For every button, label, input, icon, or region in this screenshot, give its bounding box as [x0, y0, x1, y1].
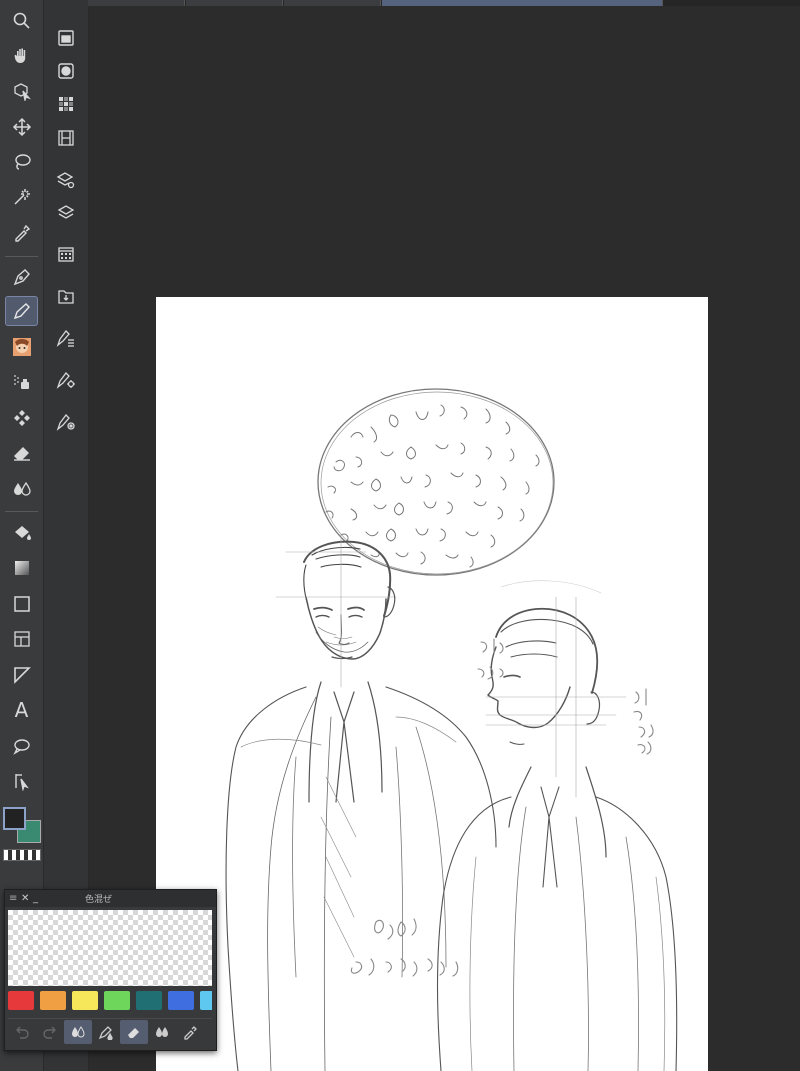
color-swatch[interactable]: [8, 991, 34, 1010]
text-icon[interactable]: A: [5, 695, 38, 725]
lasso-icon[interactable]: [5, 147, 38, 177]
frame-border-icon[interactable]: [5, 624, 38, 654]
eraser-small-icon[interactable]: [120, 1020, 148, 1044]
color-swatch[interactable]: [104, 991, 130, 1010]
main-color-swatch[interactable]: [3, 807, 26, 830]
transparent-color-swatch[interactable]: [3, 849, 41, 861]
vector-gear-icon[interactable]: [54, 368, 78, 392]
correct-line-icon[interactable]: [5, 766, 38, 796]
color-swatch-row: [8, 991, 212, 1010]
panel-menu-icon[interactable]: ≡: [9, 893, 21, 904]
brush-avatar-icon[interactable]: [5, 332, 38, 362]
ruler-icon[interactable]: [5, 660, 38, 690]
color-mix-canvas[interactable]: [8, 910, 212, 986]
object-select-icon[interactable]: [5, 76, 38, 106]
minimize-icon[interactable]: _: [33, 893, 45, 904]
eyedropper-small-icon[interactable]: [176, 1020, 204, 1044]
pencil-icon[interactable]: [5, 296, 38, 326]
blend-drops-icon[interactable]: [5, 474, 38, 504]
panel-title: 色混ぜ: [85, 895, 113, 905]
document-tab[interactable]: [284, 0, 381, 6]
redo-icon[interactable]: [36, 1020, 64, 1044]
undo-icon[interactable]: [8, 1020, 36, 1044]
toolbar-divider: [5, 511, 38, 512]
color-swatch[interactable]: [200, 991, 212, 1010]
grid-dots-icon[interactable]: [54, 92, 78, 116]
color-swatch[interactable]: [72, 991, 98, 1010]
document-tabs: [88, 0, 800, 6]
eraser-icon[interactable]: [5, 438, 38, 468]
layers-icon[interactable]: [54, 201, 78, 225]
magic-wand-icon[interactable]: [5, 182, 38, 212]
color-swatch[interactable]: [168, 991, 194, 1010]
vector-target-icon[interactable]: [54, 410, 78, 434]
layers-settings-icon[interactable]: [54, 168, 78, 192]
sketch-artwork: [225, 388, 678, 1071]
fill-bucket-icon[interactable]: [5, 518, 38, 548]
pattern-icon[interactable]: [5, 403, 38, 433]
blend-small-icon[interactable]: [148, 1020, 176, 1044]
panel-header: ≡ ✕ _ 色混ぜ: [5, 890, 216, 907]
airbrush-icon[interactable]: [5, 367, 38, 397]
gradient-icon[interactable]: [5, 553, 38, 583]
balloon-icon[interactable]: [5, 731, 38, 761]
zoom-icon[interactable]: [5, 6, 38, 36]
drawing-canvas[interactable]: [156, 297, 708, 1071]
move-icon[interactable]: [5, 112, 38, 142]
document-tab[interactable]: [186, 0, 283, 6]
color-mixing-panel: ≡ ✕ _ 色混ぜ: [4, 889, 217, 1051]
mix-drops-icon[interactable]: [64, 1020, 92, 1044]
vector-list-icon[interactable]: [54, 326, 78, 350]
color-swatch[interactable]: [40, 991, 66, 1010]
document-tab[interactable]: [88, 0, 185, 6]
color-swatch[interactable]: [136, 991, 162, 1010]
calendar-grid-icon[interactable]: [54, 242, 78, 266]
pen-icon[interactable]: [5, 262, 38, 292]
folder-icon[interactable]: [54, 26, 78, 50]
hand-icon[interactable]: [5, 41, 38, 71]
rectangle-icon[interactable]: [5, 589, 38, 619]
film-icon[interactable]: [54, 126, 78, 150]
circle-square-icon[interactable]: [54, 59, 78, 83]
document-tab-active[interactable]: [382, 0, 663, 6]
mix-tool-row: [8, 1018, 212, 1045]
close-icon[interactable]: ✕: [21, 893, 33, 904]
toolbar-divider: [5, 256, 38, 257]
pen-drop-icon[interactable]: [92, 1020, 120, 1044]
eyedropper-icon[interactable]: [5, 218, 38, 248]
import-icon[interactable]: [54, 284, 78, 308]
